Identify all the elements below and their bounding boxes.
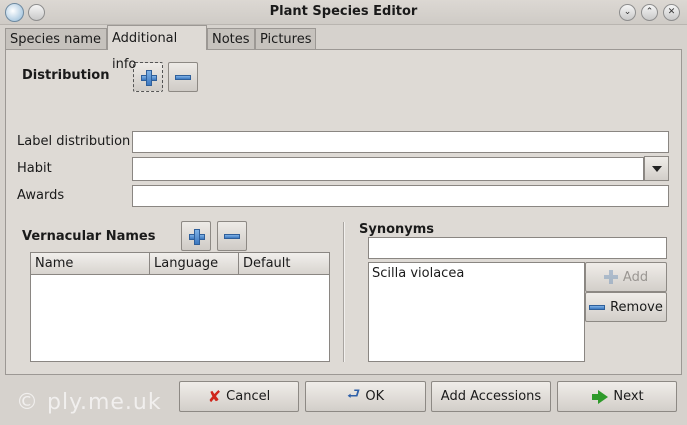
ok-button[interactable]: ⮐ OK	[305, 381, 426, 412]
add-synonym-label: Add	[622, 269, 649, 285]
synonyms-list[interactable]: Scilla violacea	[368, 262, 585, 362]
minus-icon	[589, 304, 606, 310]
label-distribution-input[interactable]	[132, 131, 669, 153]
title-bar: Plant Species Editor ⌄ ⌃ ✕	[0, 0, 687, 25]
add-synonym-button[interactable]: Add	[585, 262, 667, 292]
next-label: Next	[613, 389, 644, 404]
add-accessions-label: Add Accessions	[440, 389, 542, 404]
ok-return-icon: ⮐	[346, 385, 361, 403]
tab-pictures[interactable]: Pictures	[255, 28, 316, 49]
add-accessions-button[interactable]: Add Accessions	[431, 381, 551, 412]
habit-label: Habit	[17, 161, 52, 176]
column-header-name[interactable]: Name	[31, 253, 150, 275]
remove-synonym-button[interactable]: Remove	[585, 292, 667, 322]
cancel-label: Cancel	[226, 389, 271, 404]
plus-icon	[603, 270, 618, 284]
vernacular-names-label: Vernacular Names	[22, 229, 156, 244]
label-distribution-label: Label distribution	[17, 134, 131, 149]
cancel-x-icon: ✘	[207, 387, 222, 406]
column-header-language[interactable]: Language	[150, 253, 239, 275]
window-title: Plant Species Editor	[269, 4, 418, 19]
vernacular-names-table[interactable]: Name Language Default	[30, 252, 330, 362]
section-separator	[343, 222, 345, 362]
habit-dropdown-button[interactable]	[644, 156, 669, 181]
remove-distribution-button[interactable]	[168, 62, 198, 92]
tab-additional-info[interactable]: Additional info	[107, 25, 207, 72]
maximize-icon[interactable]: ⌃	[641, 4, 658, 21]
distribution-label: Distribution	[22, 68, 110, 83]
add-distribution-button[interactable]	[133, 62, 163, 92]
habit-combo-input[interactable]	[132, 157, 644, 181]
remove-vernacular-button[interactable]	[217, 221, 247, 251]
minimize-icon[interactable]: ⌄	[619, 4, 636, 21]
tab-notes[interactable]: Notes	[207, 28, 255, 49]
cancel-button[interactable]: ✘ Cancel	[179, 381, 299, 412]
synonyms-label: Synonyms	[359, 222, 435, 237]
awards-label: Awards	[17, 188, 65, 203]
column-header-default[interactable]: Default	[239, 253, 329, 275]
add-vernacular-button[interactable]	[181, 221, 211, 251]
tab-species-name[interactable]: Species name	[5, 28, 107, 49]
remove-synonym-label: Remove	[610, 299, 663, 315]
ok-label: OK	[365, 389, 385, 404]
synonym-search-input[interactable]	[368, 237, 667, 259]
next-button[interactable]: Next	[557, 381, 677, 412]
watermark: © ply.me.uk	[16, 390, 162, 415]
close-icon[interactable]: ✕	[663, 4, 680, 21]
list-item[interactable]: Scilla violacea	[372, 266, 464, 281]
awards-input[interactable]	[132, 185, 669, 207]
next-arrow-icon	[590, 389, 609, 404]
